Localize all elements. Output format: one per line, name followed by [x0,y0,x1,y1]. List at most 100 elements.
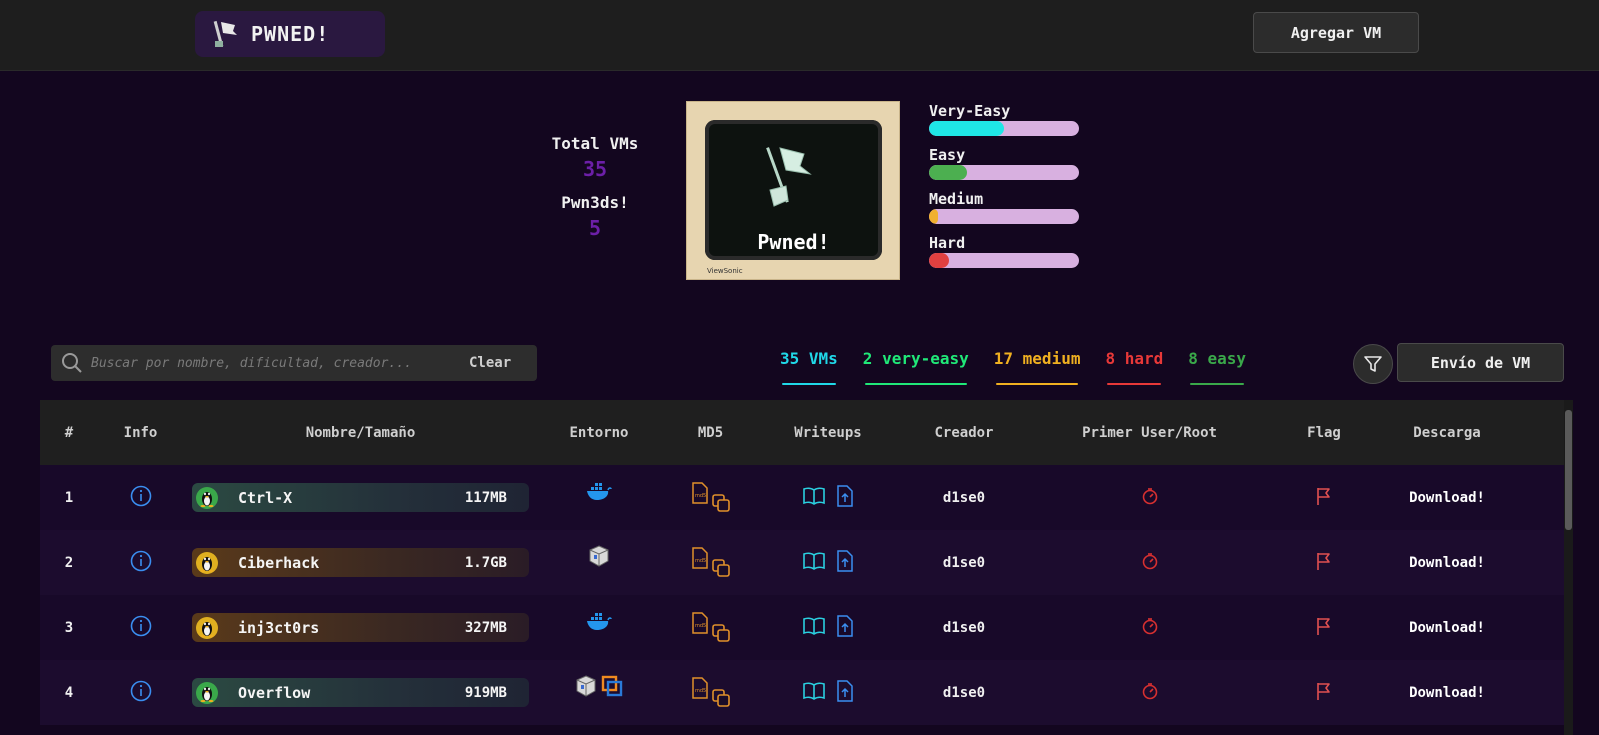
md5-file-icon[interactable]: md5 [691,481,709,508]
md5-file-icon[interactable]: md5 [691,676,709,703]
filter-button[interactable] [1353,344,1393,384]
column-header[interactable]: Writeups [761,425,895,441]
column-header[interactable]: Flag [1266,425,1382,441]
filter-chip-medium[interactable]: 17 medium [990,349,1085,385]
name-cell: Ciberhack 1.7GB [183,548,538,577]
creator[interactable]: d1se0 [895,490,1033,506]
copy-icon[interactable] [711,558,731,582]
flag-icon[interactable] [1315,616,1333,640]
linux-icon [196,551,218,574]
virtualbox-icon [588,544,610,572]
copy-icon[interactable] [711,623,731,647]
creator[interactable]: d1se0 [895,685,1033,701]
md5-file-icon[interactable]: md5 [691,546,709,573]
row-number: 3 [64,619,74,636]
difficulty-bar-fill [929,253,949,268]
svg-text:md5: md5 [695,623,706,629]
download-link[interactable]: Download! [1382,620,1512,636]
download-link[interactable]: Download! [1382,685,1512,701]
env-cell [538,611,660,635]
filter-chip-hard[interactable]: 8 hard [1101,349,1167,385]
flag-icon[interactable] [1315,551,1333,575]
column-header[interactable]: Primer User/Root [1033,425,1266,441]
search-box: Clear [51,345,537,381]
timer-icon[interactable] [1141,487,1159,509]
book-icon[interactable] [802,681,826,705]
info-icon[interactable] [130,615,152,641]
vm-name-pill[interactable]: inj3ct0rs 327MB [192,613,529,642]
column-header[interactable]: Descarga [1382,425,1512,441]
info-icon[interactable] [130,680,152,706]
logo[interactable]: PWNED! [195,11,385,57]
vm-name-pill[interactable]: Overflow 919MB [192,678,529,707]
table-row: 1 Ctrl-X 117MB md5 d1se0 Download! [40,465,1564,530]
file-upload-icon[interactable] [836,484,854,511]
first-blood-cell [1033,617,1266,639]
table-header: # Info Nombre/Tamaño Entorno MD5 Writeup… [40,400,1564,465]
search-input[interactable] [89,354,463,372]
md5-cell: md5 [660,544,761,582]
svg-text:md5: md5 [695,558,706,564]
copy-icon[interactable] [711,688,731,712]
vm-name: inj3ct0rs [238,618,320,637]
difficulty-row: Hard [929,234,1081,278]
creator[interactable]: d1se0 [895,620,1033,636]
filter-chip-label: 2 very-easy [862,349,969,368]
difficulty-bar [929,209,1079,224]
file-upload-icon[interactable] [836,679,854,706]
info-icon[interactable] [130,485,152,511]
info-cell [98,615,183,641]
column-header[interactable]: Entorno [538,425,660,441]
flag-cell [1266,486,1382,510]
difficulty-row: Medium [929,190,1081,234]
writeups-cell [761,484,895,511]
timer-icon[interactable] [1141,617,1159,639]
copy-icon[interactable] [711,493,731,517]
column-header[interactable]: # [40,425,98,441]
filter-chip-easy[interactable]: 8 easy [1184,349,1250,385]
scrollbar-thumb[interactable] [1565,410,1572,530]
download-link[interactable]: Download! [1382,555,1512,571]
column-header[interactable]: Creador [895,425,1033,441]
pwned-value: 5 [588,216,602,240]
column-header[interactable]: Info [98,425,183,441]
total-vms-value: 35 [582,157,608,181]
md5-file-icon[interactable]: md5 [691,611,709,638]
filter-chip-all[interactable]: 35 VMs [776,349,842,385]
row-number: 2 [64,554,74,571]
book-icon[interactable] [802,616,826,640]
creator[interactable]: d1se0 [895,555,1033,571]
pwned-label: Pwn3ds! [561,193,629,212]
stats-panel: Total VMs 35 Pwn3ds! 5 [520,134,670,252]
file-upload-icon[interactable] [836,614,854,641]
vm-name: Ciberhack [238,553,320,572]
column-header[interactable]: MD5 [660,425,761,441]
difficulty-label: Medium [929,190,984,208]
column-header[interactable]: Nombre/Tamaño [183,425,538,441]
file-upload-icon[interactable] [836,549,854,576]
vm-name-pill[interactable]: Ctrl-X 117MB [192,483,529,512]
filter-chip-underline [1190,383,1245,385]
vm-name-pill[interactable]: Ciberhack 1.7GB [192,548,529,577]
env-cell [538,544,660,572]
timer-icon[interactable] [1141,682,1159,704]
download-link[interactable]: Download! [1382,490,1512,506]
table-row: 3 inj3ct0rs 327MB md5 d1se0 Download! [40,595,1564,660]
add-vm-button[interactable]: Agregar VM [1253,12,1419,53]
envio-vm-button[interactable]: Envío de VM [1397,343,1564,382]
info-icon[interactable] [130,550,152,576]
clear-button[interactable]: Clear [469,355,511,371]
md5-cell: md5 [660,674,761,712]
book-icon[interactable] [802,551,826,575]
svg-text:md5: md5 [695,688,706,694]
flag-icon[interactable] [1315,486,1333,510]
book-icon[interactable] [802,486,826,510]
flag-hand-icon [766,147,812,207]
flag-icon[interactable] [1315,681,1333,705]
flag-cell [1266,681,1382,705]
vm-name: Overflow [238,683,311,702]
filter-chip-very-easy[interactable]: 2 very-easy [859,349,973,385]
linux-icon [196,486,218,509]
search-icon [62,353,82,373]
timer-icon[interactable] [1141,552,1159,574]
